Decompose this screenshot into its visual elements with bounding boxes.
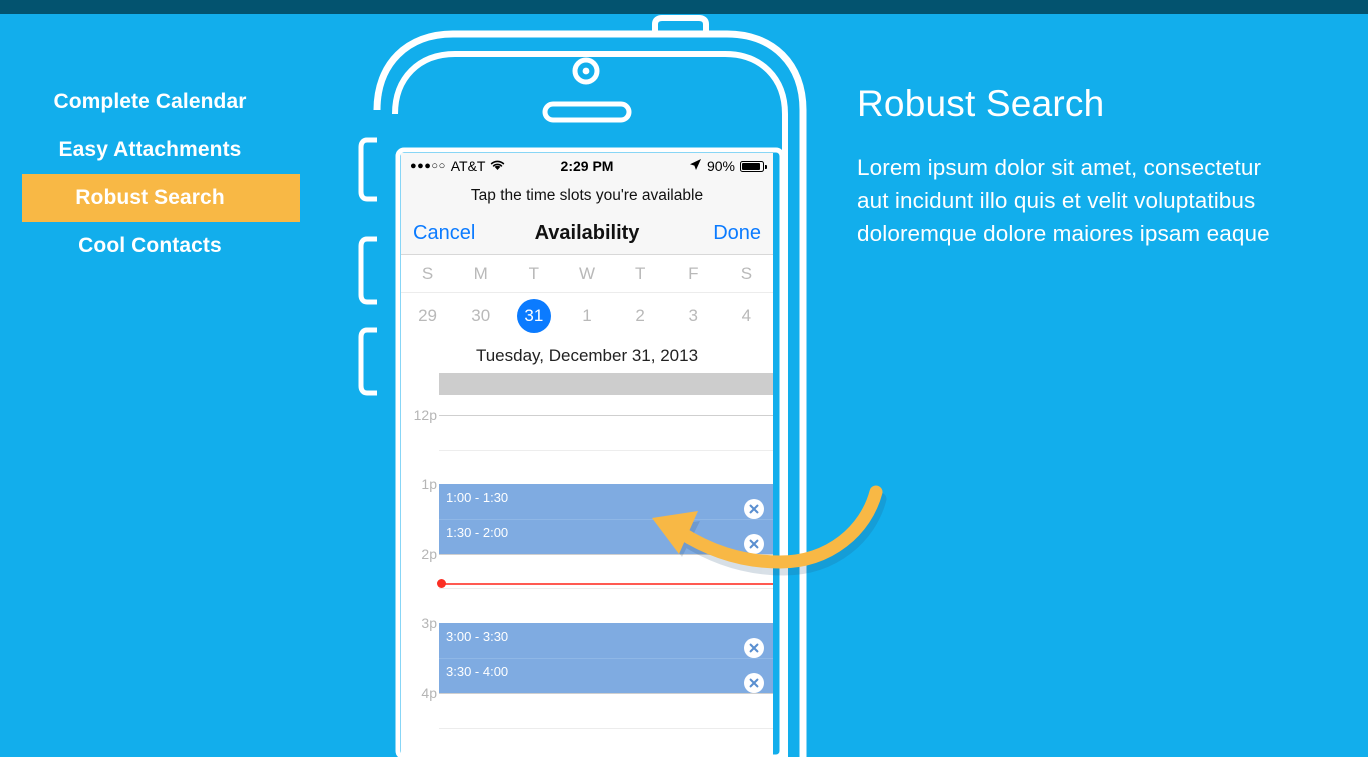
wifi-icon <box>490 159 505 174</box>
hour-line-4p <box>439 693 773 694</box>
week-dates-row: 29 30 31 1 2 3 4 <box>401 293 773 339</box>
feature-nav-item-robust-search[interactable]: Robust Search <box>22 174 300 222</box>
agenda-time-grid[interactable]: 12p 1p 2p 3p 4p 1:00 - 1:30 1:30 - 2:00 <box>401 373 773 757</box>
feature-copy-body: Lorem ipsum dolor sit amet, consectetur … <box>857 154 1270 246</box>
status-bar-right: 90% <box>689 158 767 174</box>
week-date-cell[interactable]: 29 <box>401 293 454 339</box>
done-button[interactable]: Done <box>713 222 761 245</box>
week-date-label: 29 <box>418 306 438 325</box>
availability-slot-group-1[interactable]: 1:00 - 1:30 1:30 - 2:00 <box>439 484 773 554</box>
battery-icon <box>740 160 767 172</box>
weekday-initial: F <box>688 263 699 283</box>
phone-screen: ●●●○○ AT&T 2:29 PM 90% Tap the time slot… <box>401 153 773 757</box>
app-nav-bar: Cancel Availability Done <box>401 213 773 255</box>
selected-date-label: Tuesday, December 31, 2013 <box>401 339 773 373</box>
earpiece-speaker-icon <box>542 101 632 123</box>
week-date-cell-selected[interactable]: 31 <box>507 293 560 339</box>
feature-nav-item-complete-calendar[interactable]: Complete Calendar <box>0 78 300 126</box>
feature-nav-label: Cool Contacts <box>78 234 222 257</box>
availability-prompt: Tap the time slots you're available <box>401 179 773 213</box>
slot-time-label: 3:30 - 4:00 <box>446 664 509 679</box>
half-hour-line <box>439 588 773 589</box>
week-date-label: 4 <box>741 306 752 325</box>
availability-slot-group-2[interactable]: 3:00 - 3:30 3:30 - 4:00 <box>439 623 773 693</box>
week-date-cell[interactable]: 4 <box>720 293 773 339</box>
hour-label-4p: 4p <box>421 685 437 701</box>
signal-strength-icon: ●●●○○ <box>410 159 446 172</box>
feature-nav-label: Easy Attachments <box>58 138 242 161</box>
slide-canvas: Complete Calendar Easy Attachments Robus… <box>0 0 1368 757</box>
feature-copy-title: Robust Search <box>857 83 1105 124</box>
week-date-label: 1 <box>582 306 592 325</box>
week-date-cell[interactable]: 1 <box>560 293 613 339</box>
slot-time-label: 1:00 - 1:30 <box>446 490 509 505</box>
hour-line-12p <box>439 415 773 416</box>
close-circle-icon[interactable] <box>744 638 764 658</box>
close-circle-icon[interactable] <box>744 499 764 519</box>
week-date-label: 3 <box>688 306 698 325</box>
feature-copy-panel: Robust Search Lorem ipsum dolor sit amet… <box>857 83 1368 250</box>
feature-nav-item-easy-attachments[interactable]: Easy Attachments <box>0 126 300 174</box>
hour-label-3p: 3p <box>421 615 437 631</box>
current-time-indicator-dot <box>437 579 446 588</box>
hour-label-12p: 12p <box>413 407 437 423</box>
hour-label-1p: 1p <box>421 476 437 492</box>
close-circle-icon[interactable] <box>744 534 764 554</box>
cancel-button[interactable]: Cancel <box>413 222 475 245</box>
half-hour-line <box>439 450 773 451</box>
close-circle-icon[interactable] <box>744 673 764 693</box>
slot-time-label: 3:00 - 3:30 <box>446 629 509 644</box>
feature-nav: Complete Calendar Easy Attachments Robus… <box>0 78 300 270</box>
feature-nav-label: Robust Search <box>75 186 225 209</box>
slot-divider <box>439 519 773 520</box>
weekday-initial: T <box>528 263 540 283</box>
hour-line-2p <box>439 554 773 555</box>
ios-status-bar: ●●●○○ AT&T 2:29 PM 90% <box>401 153 773 179</box>
week-date-label: 2 <box>635 306 645 325</box>
location-arrow-icon <box>689 158 702 174</box>
week-date-cell[interactable]: 30 <box>454 293 507 339</box>
week-day-initials-row: S M T W T F S <box>401 255 773 293</box>
slot-divider <box>439 658 773 659</box>
weekday-initial: S <box>740 263 753 283</box>
week-date-cell[interactable]: 3 <box>667 293 720 339</box>
current-time-indicator-line <box>439 583 773 585</box>
weekday-initial: W <box>578 263 596 283</box>
hour-label-2p: 2p <box>421 546 437 562</box>
week-date-label: 30 <box>471 306 491 325</box>
feature-nav-label: Complete Calendar <box>53 90 247 113</box>
week-date-cell[interactable]: 2 <box>614 293 667 339</box>
feature-nav-item-cool-contacts[interactable]: Cool Contacts <box>0 222 300 270</box>
weekday-initial: S <box>421 263 434 283</box>
slot-time-label: 1:30 - 2:00 <box>446 525 509 540</box>
weekday-initial: T <box>634 263 646 283</box>
carrier-label: AT&T <box>450 158 486 174</box>
half-hour-line <box>439 728 773 729</box>
week-date-label: 31 <box>516 299 551 333</box>
status-bar-left: ●●●○○ AT&T <box>410 158 505 174</box>
weekday-initial: M <box>473 263 488 283</box>
top-accent-band <box>0 0 1368 14</box>
battery-percent-label: 90% <box>706 158 735 174</box>
scrolled-event-row <box>439 373 773 395</box>
